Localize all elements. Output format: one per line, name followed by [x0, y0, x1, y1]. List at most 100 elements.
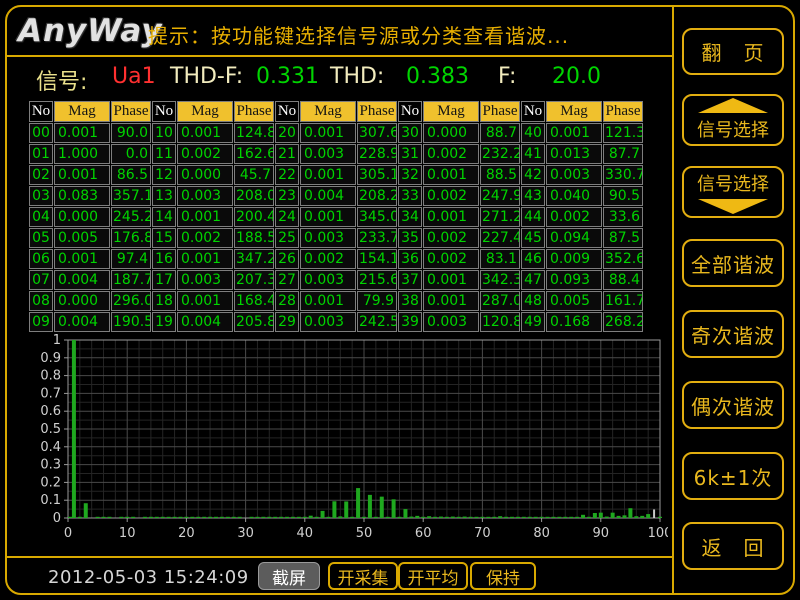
- no-cell: 24: [275, 207, 299, 227]
- mag-cell: 0.009: [546, 249, 602, 269]
- phase-cell: 215.6: [357, 270, 397, 290]
- no-cell: 27: [275, 270, 299, 290]
- sidebar-button-label: 返 回: [702, 532, 765, 561]
- no-cell: 37: [398, 270, 422, 290]
- mag-cell: 0.001: [54, 165, 110, 185]
- phase-cell: 330.7: [603, 165, 643, 185]
- no-header: No: [152, 101, 176, 122]
- mag-cell: 0.002: [423, 228, 479, 248]
- phase-cell: 233.7: [357, 228, 397, 248]
- no-cell: 34: [398, 207, 422, 227]
- frequency-value: 20.0: [552, 64, 601, 89]
- no-header: No: [398, 101, 422, 122]
- sidebar-button-page-flip[interactable]: 翻 页: [682, 28, 784, 75]
- footer-button-screenshot[interactable]: 截屏: [258, 562, 320, 590]
- no-cell: 17: [152, 270, 176, 290]
- mag-cell: 0.001: [423, 165, 479, 185]
- mag-cell: 0.001: [546, 123, 602, 143]
- mag-cell: 0.001: [300, 123, 356, 143]
- table-row: 000.00190.0100.001124.8200.001307.6300.0…: [29, 123, 643, 143]
- no-cell: 38: [398, 291, 422, 311]
- svg-text:40: 40: [297, 526, 314, 541]
- phase-cell: 187.7: [111, 270, 151, 290]
- no-cell: 03: [29, 186, 53, 206]
- no-cell: 00: [29, 123, 53, 143]
- sidebar-button-all-harmonics[interactable]: 全部谐波: [682, 239, 784, 287]
- footer-button-hold[interactable]: 保持: [470, 562, 536, 590]
- no-cell: 23: [275, 186, 299, 206]
- no-cell: 01: [29, 144, 53, 164]
- mag-cell: 0.001: [177, 249, 233, 269]
- mag-header: Mag: [54, 101, 110, 122]
- phase-cell: 168.4: [234, 291, 274, 311]
- phase-cell: 87.7: [603, 144, 643, 164]
- no-cell: 30: [398, 123, 422, 143]
- frequency-label: F:: [498, 64, 516, 89]
- sidebar-button-odd-harmonics[interactable]: 奇次谐波: [682, 310, 784, 358]
- phase-cell: 190.5: [111, 312, 151, 332]
- phase-cell: 347.2: [234, 249, 274, 269]
- mag-cell: 0.002: [300, 249, 356, 269]
- mag-cell: 0.093: [546, 270, 602, 290]
- sidebar-button-6k-plus-minus-1[interactable]: 6k±1次: [682, 452, 784, 500]
- no-cell: 26: [275, 249, 299, 269]
- no-cell: 12: [152, 165, 176, 185]
- sidebar-button-label: 全部谐波: [691, 249, 775, 278]
- sidebar-button-label: 信号选择: [697, 116, 769, 142]
- footer-button-start-capture[interactable]: 开采集: [328, 562, 398, 590]
- phase-cell: 176.8: [111, 228, 151, 248]
- no-cell: 36: [398, 249, 422, 269]
- svg-text:100: 100: [648, 526, 668, 541]
- no-cell: 04: [29, 207, 53, 227]
- triangle-up-icon: [698, 98, 768, 113]
- phase-cell: 242.5: [357, 312, 397, 332]
- svg-text:0.7: 0.7: [40, 386, 61, 401]
- hint-text: 提示：按功能键选择信号源或分类查看谐波...: [148, 20, 569, 49]
- header-divider: [7, 55, 672, 57]
- no-cell: 33: [398, 186, 422, 206]
- no-cell: 05: [29, 228, 53, 248]
- no-cell: 43: [521, 186, 545, 206]
- phase-header: Phase: [111, 101, 151, 122]
- no-cell: 46: [521, 249, 545, 269]
- phase-cell: 268.2: [603, 312, 643, 332]
- no-cell: 45: [521, 228, 545, 248]
- footer-button-start-average[interactable]: 开平均: [398, 562, 468, 590]
- mag-cell: 0.001: [423, 207, 479, 227]
- phase-cell: 232.2: [480, 144, 520, 164]
- svg-text:90: 90: [593, 526, 610, 541]
- harmonics-table: NoMagPhaseNoMagPhaseNoMagPhaseNoMagPhase…: [28, 100, 644, 333]
- table-row: 040.000245.2140.001200.4240.001345.0340.…: [29, 207, 643, 227]
- mag-cell: 0.003: [300, 144, 356, 164]
- sidebar-button-signal-select-down[interactable]: 信号选择: [682, 166, 784, 218]
- mag-cell: 0.003: [177, 186, 233, 206]
- phase-cell: 227.4: [480, 228, 520, 248]
- mag-cell: 0.001: [423, 270, 479, 290]
- phase-header: Phase: [603, 101, 643, 122]
- phase-cell: 124.8: [234, 123, 274, 143]
- mag-cell: 0.005: [54, 228, 110, 248]
- sidebar-button-return[interactable]: 返 回: [682, 522, 784, 570]
- mag-header: Mag: [546, 101, 602, 122]
- mag-cell: 0.040: [546, 186, 602, 206]
- no-cell: 21: [275, 144, 299, 164]
- no-cell: 18: [152, 291, 176, 311]
- no-cell: 35: [398, 228, 422, 248]
- phase-cell: 88.4: [603, 270, 643, 290]
- no-cell: 10: [152, 123, 176, 143]
- mag-cell: 0.000: [54, 291, 110, 311]
- phase-cell: 162.6: [234, 144, 274, 164]
- svg-text:0.2: 0.2: [40, 475, 61, 490]
- sidebar-button-signal-select-up[interactable]: 信号选择: [682, 94, 784, 146]
- phase-cell: 245.2: [111, 207, 151, 227]
- phase-cell: 83.1: [480, 249, 520, 269]
- no-cell: 44: [521, 207, 545, 227]
- sidebar-button-label: 奇次谐波: [691, 320, 775, 349]
- sidebar-button-even-harmonics[interactable]: 偶次谐波: [682, 381, 784, 429]
- mag-cell: 0.003: [177, 270, 233, 290]
- mag-cell: 0.001: [177, 123, 233, 143]
- svg-text:50: 50: [356, 526, 373, 541]
- thd-value: 0.383: [406, 64, 469, 89]
- phase-cell: 271.2: [480, 207, 520, 227]
- sidebar-button-label: 信号选择: [697, 170, 769, 196]
